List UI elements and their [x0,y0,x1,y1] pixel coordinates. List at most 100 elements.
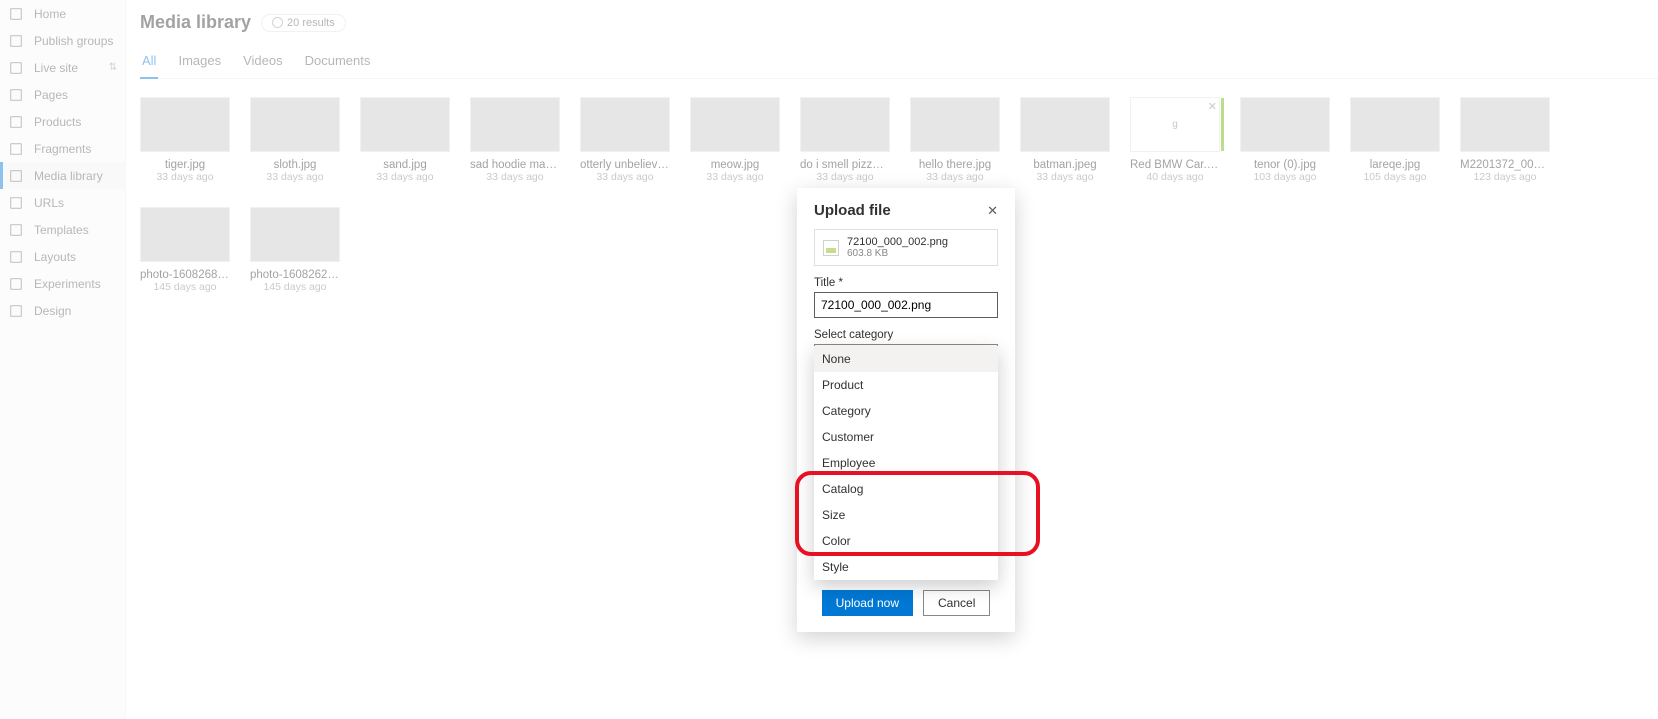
tab-images[interactable]: Images [176,47,223,78]
title-input[interactable] [814,292,998,318]
sidebar-item-label: Templates [34,223,89,237]
media-card[interactable]: do i smell pizza.jpg33 days ago [800,97,890,183]
media-filename: otterly unbelievable.j... [580,159,670,171]
media-filename: sloth.jpg [274,159,317,171]
media-card[interactable]: otterly unbelievable.j...33 days ago [580,97,670,183]
media-filename: do i smell pizza.jpg [800,159,890,171]
media-filename: M2201372_000_002.p... [1460,159,1550,171]
media-card[interactable]: meow.jpg33 days ago [690,97,780,183]
media-age: 33 days ago [486,171,543,183]
sidebar-item-pages[interactable]: Pages [0,81,125,108]
media-card[interactable]: lareqe.jpg105 days ago [1350,97,1440,183]
media-card[interactable]: photo-160826862760...145 days ago [140,207,230,293]
sidebar-item-fragments[interactable]: Fragments [0,135,125,162]
media-age: 40 days ago [1146,171,1203,183]
sidebar-item-products[interactable]: Products [0,108,125,135]
sidebar: Home Publish groups Live site ⇅ Pages Product… [0,0,126,719]
media-thumbnail [800,97,890,152]
media-thumbnail [140,207,230,262]
media-card[interactable]: tiger.jpg33 days ago [140,97,230,183]
tab-all[interactable]: All [140,47,158,78]
tab-documents[interactable]: Documents [303,47,373,78]
category-option-color[interactable]: Color [814,528,998,554]
media-thumbnail [1460,97,1550,152]
media-thumbnail [1350,97,1440,152]
upload-file-modal: Upload file ✕ 72100_000_002.png 603.8 KB… [797,188,1015,632]
sidebar-item-templates[interactable]: Templates [0,216,125,243]
results-text: 20 results [287,17,335,29]
sidebar-item-label: Experiments [34,277,101,291]
media-card[interactable]: sad hoodie man.jpg33 days ago [470,97,560,183]
product-icon [8,114,24,130]
media-card[interactable]: M2201372_000_002.p...123 days ago [1460,97,1550,183]
media-age: 33 days ago [266,171,323,183]
page-icon [8,87,24,103]
media-age: 33 days ago [816,171,873,183]
media-age: 33 days ago [596,171,653,183]
category-option-size[interactable]: Size [814,502,998,528]
title-label: Title [814,277,998,289]
category-option-product[interactable]: Product [814,372,998,398]
cancel-button[interactable]: Cancel [923,590,990,616]
file-info-box: 72100_000_002.png 603.8 KB [814,229,998,266]
fragment-icon [8,141,24,157]
sidebar-item-design[interactable]: Design [0,297,125,324]
media-thumbnail [140,97,230,152]
flask-icon [8,276,24,292]
design-icon [8,303,24,319]
media-card[interactable]: g✕Red BMW Car.jpg40 days ago [1130,97,1220,183]
media-card[interactable]: batman.jpeg33 days ago [1020,97,1110,183]
close-icon[interactable]: ✕ [987,203,998,219]
media-age: 105 days ago [1363,171,1426,183]
category-label: Select category [814,329,998,341]
sidebar-item-urls[interactable]: URLs [0,189,125,216]
media-card[interactable]: hello there.jpg33 days ago [910,97,1000,183]
sidebar-item-label: URLs [34,196,64,210]
sidebar-item-live-site[interactable]: Live site ⇅ [0,54,125,81]
upload-now-button[interactable]: Upload now [822,590,913,616]
template-icon [8,222,24,238]
layout-icon [8,249,24,265]
category-option-category[interactable]: Category [814,398,998,424]
sidebar-item-label: Publish groups [34,34,113,48]
category-option-catalog[interactable]: Catalog [814,476,998,502]
category-option-customer[interactable]: Customer [814,424,998,450]
media-thumbnail [470,97,560,152]
category-option-style[interactable]: Style [814,554,998,580]
media-filename: meow.jpg [711,159,760,171]
media-card[interactable]: tenor (0).jpg103 days ago [1240,97,1330,183]
sidebar-item-label: Live site [34,61,78,75]
category-option-none[interactable]: None [814,346,998,372]
media-age: 33 days ago [1036,171,1093,183]
media-age: 123 days ago [1473,171,1536,183]
media-thumbnail [690,97,780,152]
media-age: 33 days ago [926,171,983,183]
broadcast-icon [8,60,24,76]
media-filename: hello there.jpg [919,159,991,171]
category-option-employee[interactable]: Employee [814,450,998,476]
media-filename: photo-160826862760... [140,269,230,281]
sidebar-item-experiments[interactable]: Experiments [0,270,125,297]
media-filename: tenor (0).jpg [1254,159,1316,171]
media-filename: tiger.jpg [165,159,205,171]
sidebar-item-layouts[interactable]: Layouts [0,243,125,270]
media-thumbnail [910,97,1000,152]
cancel-upload-icon[interactable]: ✕ [1208,100,1217,113]
sidebar-item-publish-groups[interactable]: Publish groups [0,27,125,54]
media-card[interactable]: sloth.jpg33 days ago [250,97,340,183]
media-filename: batman.jpeg [1033,159,1096,171]
tab-videos[interactable]: Videos [241,47,285,78]
sort-icon: ⇅ [109,62,117,73]
media-filename: photo-160826294108... [250,269,340,281]
uploading-thumb: g✕ [1130,97,1220,152]
media-card[interactable]: photo-160826294108...145 days ago [250,207,340,293]
media-age: 33 days ago [376,171,433,183]
media-card[interactable]: sand.jpg33 days ago [360,97,450,183]
link-icon [8,195,24,211]
sidebar-item-media-library[interactable]: Media library [0,162,125,189]
media-age: 145 days ago [263,281,326,293]
media-filename: lareqe.jpg [1370,159,1421,171]
sidebar-item-label: Pages [34,88,68,102]
image-file-icon [823,240,839,256]
sidebar-item-home[interactable]: Home [0,0,125,27]
